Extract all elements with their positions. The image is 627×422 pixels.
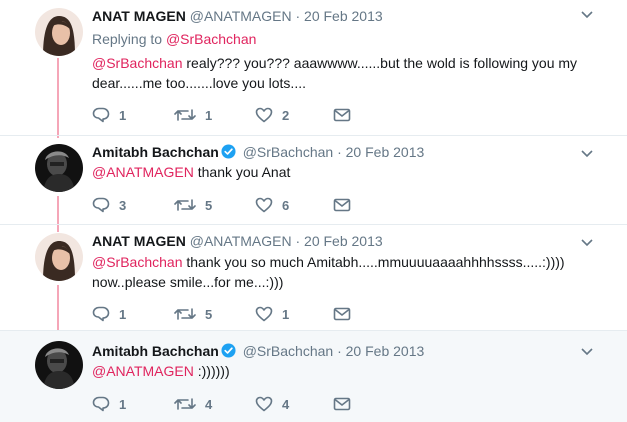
chevron-down-icon[interactable] (581, 348, 593, 356)
tweet[interactable]: ANAT MAGEN @ANATMAGEN · 20 Feb 2013 @SrB… (0, 225, 627, 331)
reply-button[interactable]: 1 (92, 394, 126, 414)
tweet-text-line: :)))))) (193, 363, 230, 379)
avatar[interactable] (35, 8, 83, 56)
chevron-down-icon[interactable] (581, 239, 593, 247)
heart-icon (255, 396, 273, 412)
like-count: 6 (282, 197, 290, 213)
reply-button[interactable]: 3 (92, 195, 126, 215)
tweet-date[interactable]: 20 Feb 2013 (304, 233, 383, 249)
verified-badge-icon (221, 343, 236, 358)
tweet-header: ANAT MAGEN @ANATMAGEN · 20 Feb 2013 (92, 8, 383, 24)
avatar[interactable] (35, 144, 83, 192)
avatar[interactable] (35, 233, 83, 281)
direct-message-button[interactable] (333, 105, 351, 125)
like-button[interactable]: 6 (255, 195, 289, 215)
chevron-down-icon[interactable] (581, 11, 593, 19)
tweet-text-line: thank you so much Amitabh.....mmuuuuaaaa… (182, 254, 565, 270)
envelope-icon (333, 108, 351, 122)
retweet-button[interactable]: 5 (174, 304, 212, 324)
reply-count: 1 (119, 396, 127, 412)
retweet-count: 5 (205, 197, 213, 213)
reply-button[interactable]: 1 (92, 304, 126, 324)
retweet-button[interactable]: 4 (174, 394, 212, 414)
separator: · (295, 8, 301, 24)
mention-link[interactable]: @ANATMAGEN (92, 164, 194, 180)
tweet[interactable]: ANAT MAGEN @ANATMAGEN · 20 Feb 2013 Repl… (0, 0, 627, 136)
retweet-icon (174, 308, 196, 320)
author-name[interactable]: ANAT MAGEN (92, 233, 186, 249)
author-name[interactable]: Amitabh Bachchan (92, 144, 219, 160)
mention-link[interactable]: @SrBachchan (92, 55, 182, 71)
chevron-down-icon[interactable] (581, 150, 593, 158)
author-name[interactable]: ANAT MAGEN (92, 8, 186, 24)
tweet[interactable]: Amitabh Bachchan @SrBachchan · 20 Feb 20… (0, 331, 627, 422)
tweet-date[interactable]: 20 Feb 2013 (346, 144, 425, 160)
retweet-icon (174, 398, 196, 410)
heart-icon (255, 107, 273, 123)
like-button[interactable]: 1 (255, 304, 289, 324)
avatar[interactable] (35, 341, 83, 389)
reply-icon (92, 306, 110, 322)
tweet[interactable]: Amitabh Bachchan @SrBachchan · 20 Feb 20… (0, 136, 627, 225)
reply-button[interactable]: 1 (92, 105, 126, 125)
like-count: 4 (282, 396, 290, 412)
reply-icon (92, 107, 110, 123)
tweet-text-line: thank you Anat (193, 164, 291, 180)
tweet-header: Amitabh Bachchan @SrBachchan · 20 Feb 20… (92, 144, 424, 160)
tweet-text-line: dear......me too.......love you lots.... (92, 75, 306, 91)
verified-badge-icon (221, 144, 236, 159)
like-count: 2 (282, 107, 290, 123)
tweet-text: @SrBachchan realy??? you??? aaawwww.....… (92, 53, 592, 93)
tweet-text-line: now..please smile...for me...:))) (92, 274, 284, 290)
separator: · (337, 343, 342, 359)
tweet-text: @ANATMAGEN thank you Anat (92, 162, 592, 182)
direct-message-button[interactable] (333, 195, 351, 215)
author-handle[interactable]: @ANATMAGEN (190, 8, 292, 24)
mention-link[interactable]: @SrBachchan (92, 254, 182, 270)
like-button[interactable]: 2 (255, 105, 289, 125)
tweet-text: @SrBachchan thank you so much Amitabh...… (92, 252, 592, 292)
like-button[interactable]: 4 (255, 394, 289, 414)
mention-link[interactable]: @ANATMAGEN (92, 363, 194, 379)
tweet-header: ANAT MAGEN @ANATMAGEN · 20 Feb 2013 (92, 233, 383, 249)
author-handle[interactable]: @ANATMAGEN (190, 233, 292, 249)
replying-to: Replying to @SrBachchan (92, 31, 256, 47)
reply-count: 3 (119, 197, 127, 213)
envelope-icon (333, 198, 351, 212)
author-name[interactable]: Amitabh Bachchan (92, 343, 219, 359)
envelope-icon (333, 307, 351, 321)
author-handle[interactable]: @SrBachchan (243, 144, 333, 160)
tweet-text-line: realy??? you??? aaawwww......but the wol… (182, 55, 578, 71)
reply-count: 1 (119, 306, 127, 322)
tweet-header: Amitabh Bachchan @SrBachchan · 20 Feb 20… (92, 343, 424, 359)
retweet-icon (174, 199, 196, 211)
tweet-date[interactable]: 20 Feb 2013 (304, 8, 383, 24)
retweet-button[interactable]: 5 (174, 195, 212, 215)
direct-message-button[interactable] (333, 304, 351, 324)
envelope-icon (333, 397, 351, 411)
reply-icon (92, 197, 110, 213)
retweet-icon (174, 109, 196, 121)
heart-icon (255, 197, 273, 213)
author-handle[interactable]: @SrBachchan (243, 343, 333, 359)
heart-icon (255, 306, 273, 322)
retweet-count: 4 (205, 396, 213, 412)
retweet-button[interactable]: 1 (174, 105, 212, 125)
replying-label: Replying to (92, 31, 166, 47)
tweet-date[interactable]: 20 Feb 2013 (346, 343, 425, 359)
reply-count: 1 (119, 107, 127, 123)
retweet-count: 5 (205, 306, 213, 322)
separator: · (295, 233, 301, 249)
like-count: 1 (282, 306, 290, 322)
reply-icon (92, 396, 110, 412)
tweet-text: @ANATMAGEN :)))))) (92, 361, 592, 381)
direct-message-button[interactable] (333, 394, 351, 414)
replying-mention-link[interactable]: @SrBachchan (166, 31, 256, 47)
separator: · (337, 144, 342, 160)
retweet-count: 1 (205, 107, 213, 123)
